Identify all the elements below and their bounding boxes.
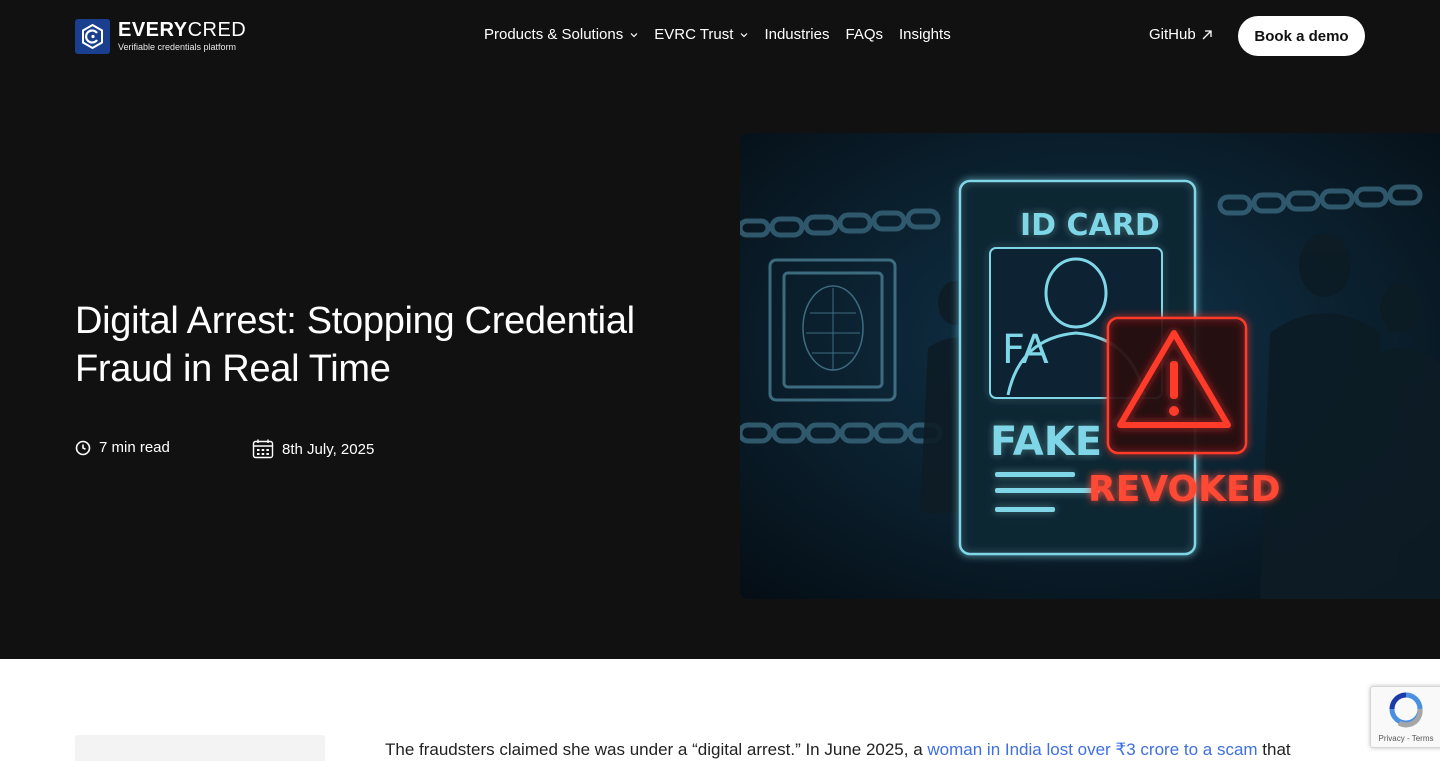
publish-date: 8th July, 2025: [252, 439, 374, 459]
nav-label: Products & Solutions: [484, 26, 624, 43]
brand-tagline: Verifiable credentials platform: [118, 42, 237, 52]
nav-label: EVRC Trust: [654, 26, 734, 43]
nav-item-faqs[interactable]: FAQs: [845, 26, 883, 43]
main-nav: Products & Solutions EVRC Trust Industri…: [484, 26, 951, 43]
publish-date-text: 8th July, 2025: [282, 440, 375, 458]
read-time: 7 min read: [75, 439, 170, 456]
github-label: GitHub: [1149, 26, 1196, 43]
card-title: ID CARD: [1020, 208, 1160, 243]
github-link[interactable]: GitHub: [1149, 26, 1213, 43]
recaptcha-icon: [1389, 692, 1423, 728]
nav-item-evrc-trust[interactable]: EVRC Trust: [654, 26, 748, 43]
chevron-down-icon: [630, 32, 638, 37]
article-lead-paragraph: The fraudsters claimed she was under a “…: [385, 739, 1365, 761]
brand-name: EVERYCRED: [118, 19, 247, 41]
card-partial-text: FA: [1002, 327, 1049, 373]
nav-item-products-solutions[interactable]: Products & Solutions: [484, 26, 638, 43]
site-header: EVERYCRED Verifiable credentials platfor…: [0, 0, 1440, 72]
brand-logo[interactable]: EVERYCRED Verifiable credentials platfor…: [75, 19, 246, 54]
chevron-down-icon: [741, 32, 748, 37]
article-section: The fraudsters claimed she was under a “…: [0, 659, 1440, 761]
external-arrow-icon: [1202, 29, 1212, 39]
table-of-contents: [75, 735, 325, 761]
lead-text-end: that: [1257, 740, 1291, 759]
nav-label: Insights: [899, 26, 951, 43]
clock-icon: [75, 440, 91, 455]
nav-item-industries[interactable]: Industries: [764, 26, 829, 43]
recaptcha-badge[interactable]: Privacy - Terms: [1370, 686, 1440, 748]
lead-text: The fraudsters claimed she was under a “…: [385, 740, 928, 759]
hero-image: ID CARD FA FAKE REVOKED: [740, 133, 1440, 599]
page-title: Digital Arrest: Stopping Credential Frau…: [75, 300, 635, 390]
nav-label: Industries: [764, 26, 830, 43]
calendar-icon: [252, 439, 274, 459]
revoked-label: REVOKED: [1088, 469, 1281, 510]
news-link[interactable]: woman in India lost over ₹3 crore to a s…: [927, 740, 1257, 759]
fake-label: FAKE: [990, 419, 1102, 465]
nav-label: FAQs: [845, 26, 883, 43]
recaptcha-text[interactable]: Privacy - Terms: [1371, 734, 1440, 743]
read-time-text: 7 min read: [99, 439, 170, 456]
book-demo-button[interactable]: Book a demo: [1238, 16, 1365, 56]
logo-mark-icon: [75, 19, 110, 54]
nav-item-insights[interactable]: Insights: [899, 26, 951, 43]
